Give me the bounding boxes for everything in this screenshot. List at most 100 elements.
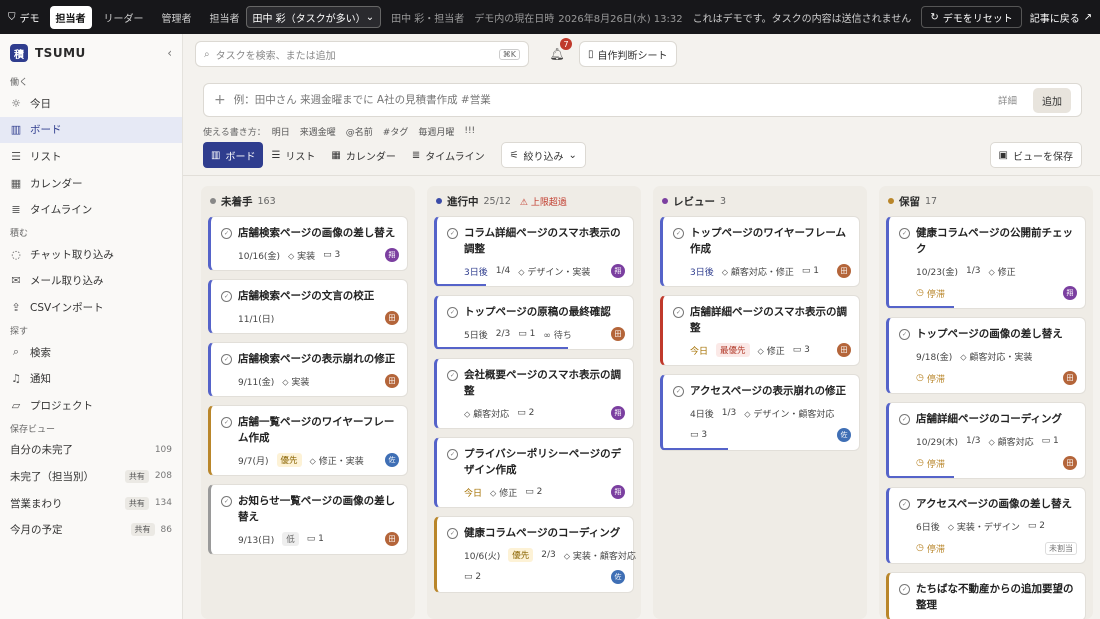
sidebar-item[interactable]: ≣ タイムライン bbox=[0, 196, 182, 223]
brand-logo: 積 bbox=[10, 44, 28, 62]
view-tab[interactable]: ▥ ボード bbox=[203, 142, 264, 168]
role-admin-button[interactable]: 管理者 bbox=[156, 6, 198, 29]
task-card[interactable]: ✓ 店舗詳細ページのスマホ表示の調整 今日 最優先 ⬦ 修正 ▭ 3 田 bbox=[660, 295, 860, 366]
task-card[interactable]: ✓ 店舗詳細ページのコーディング 10/29(木) 1/3 ⬦ 顧客対応 ▭ 1 ◷ 停滞 田 bbox=[886, 402, 1086, 479]
checkbox-icon[interactable]: ✓ bbox=[899, 329, 910, 340]
saved-view-item[interactable]: 営業まわり 共有 134 bbox=[0, 490, 182, 517]
checkbox-icon[interactable]: ✓ bbox=[447, 228, 458, 239]
quick-add-input[interactable] bbox=[233, 94, 990, 106]
task-card[interactable]: ✓ 店舗検索ページの文言の校正 11/1(日) 田 bbox=[208, 279, 408, 334]
task-card[interactable]: ✓ 店舗検索ページの表示崩れの修正 9/11(金) ⬦ 実装 田 bbox=[208, 342, 408, 397]
task-card[interactable]: ✓ アクセスページの表示崩れの修正 4日後 1/3 ⬦ デザイン・顧客対応 ▭ 3 佐 bbox=[660, 374, 860, 451]
task-card[interactable]: ✓ トップページの画像の差し替え 9/18(金) ⬦ 顧客対応・実装 ◷ 停滞 田 bbox=[886, 317, 1086, 394]
saved-view-item[interactable]: 未完了（担当別） 共有 208 bbox=[0, 463, 182, 490]
sidebar-item[interactable]: ▱ プロジェクト bbox=[0, 392, 182, 419]
task-card[interactable]: ✓ アクセスページの画像の差し替え 6日後 ⬦ 実装・デザイン ▭ 2 ◷ 停滞 未割当 bbox=[886, 487, 1086, 564]
decision-sheet-button[interactable]: ▯ 自作判断シート bbox=[579, 41, 677, 67]
avatar[interactable]: 田 bbox=[1063, 371, 1077, 385]
task-card[interactable]: ✓ プライバシーポリシーページのデザイン作成 今日 ⬦ 修正 ▭ 2 翔 bbox=[434, 437, 634, 508]
subtask-progress: 1/4 bbox=[495, 266, 511, 276]
checkbox-icon[interactable]: ✓ bbox=[447, 307, 458, 318]
tag-label: 実装・顧客対応 bbox=[572, 551, 636, 562]
checkbox-icon[interactable]: ✓ bbox=[221, 291, 232, 302]
filter-button[interactable]: ⚟ 絞り込み ⌄ bbox=[500, 142, 586, 168]
back-to-article-link[interactable]: 記事に戻る ↗ bbox=[1030, 10, 1092, 25]
task-title: 健康コラムページの公開前チェック bbox=[916, 227, 1073, 255]
quick-add-button[interactable]: 追加 bbox=[1033, 87, 1071, 113]
checkbox-icon[interactable]: ✓ bbox=[899, 414, 910, 425]
sidebar-item[interactable]: ✉ メール取り込み bbox=[0, 268, 182, 295]
assignee-select[interactable]: 田中 彩（タスクが多い） ⌄ bbox=[245, 6, 382, 28]
search-input[interactable]: ⌕ タスクを検索、または追加 ⌘K bbox=[195, 41, 529, 67]
avatar[interactable]: 佐 bbox=[837, 428, 851, 442]
collapse-sidebar-icon[interactable]: ‹ bbox=[167, 46, 172, 60]
checkbox-icon[interactable]: ✓ bbox=[899, 584, 910, 595]
checkbox-icon[interactable]: ✓ bbox=[899, 228, 910, 239]
avatar[interactable]: 翔 bbox=[611, 406, 625, 420]
sidebar-item[interactable]: ♫ 通知 bbox=[0, 365, 182, 392]
task-title: 店舗詳細ページのコーディング bbox=[916, 413, 1063, 425]
saved-view-item[interactable]: 自分の未完了 109 bbox=[0, 437, 182, 464]
view-tab[interactable]: ≣ タイムライン bbox=[404, 142, 493, 168]
avatar[interactable]: 翔 bbox=[611, 264, 625, 278]
avatar[interactable]: 翔 bbox=[611, 485, 625, 499]
checkbox-icon[interactable]: ✓ bbox=[899, 499, 910, 510]
avatar[interactable]: 田 bbox=[611, 327, 625, 341]
avatar[interactable]: 田 bbox=[837, 264, 851, 278]
sidebar-item[interactable]: ⌕ 検索 bbox=[0, 339, 182, 366]
save-view-button[interactable]: ▣ ビューを保存 bbox=[989, 142, 1082, 168]
task-card[interactable]: ✓ 会社概要ページのスマホ表示の調整 ⬦ 顧客対応 ▭ 2 翔 bbox=[434, 358, 634, 429]
quick-add-detail-link[interactable]: 詳細 bbox=[998, 93, 1017, 107]
sidebar-item[interactable]: ☰ リスト bbox=[0, 143, 182, 170]
task-card[interactable]: ✓ 健康コラムページのコーディング 10/6(火) 優先 2/3 ⬦ 実装・顧客対応 ▭ 2… bbox=[434, 516, 636, 593]
avatar[interactable]: 田 bbox=[1063, 456, 1077, 470]
task-card[interactable]: ✓ 店舗一覧ページのワイヤーフレーム作成 9/7(月) 優先 ⬦ 修正・実装 佐 bbox=[208, 405, 408, 476]
checkbox-icon[interactable]: ✓ bbox=[221, 354, 232, 365]
checkbox-icon[interactable]: ✓ bbox=[447, 370, 458, 381]
tag-icon: ⬦ bbox=[757, 346, 767, 357]
comment-count: 2 bbox=[536, 487, 543, 497]
checkbox-icon[interactable]: ✓ bbox=[221, 228, 232, 239]
checkbox-icon[interactable]: ✓ bbox=[447, 449, 458, 460]
avatar[interactable]: 田 bbox=[385, 532, 399, 546]
task-card[interactable]: ✓ コラム詳細ページのスマホ表示の調整 3日後 1/4 ⬦ デザイン・実装 翔 bbox=[434, 216, 634, 287]
sidebar-item-label: タイムライン bbox=[30, 204, 93, 217]
avatar[interactable]: 翔 bbox=[385, 248, 399, 262]
role-leader-button[interactable]: リーダー bbox=[98, 6, 150, 29]
task-card[interactable]: ✓ トップページの原稿の最終確認 5日後 2/3 ▭ 1 ∞ 待ち 田 bbox=[434, 295, 634, 350]
checkbox-icon[interactable]: ✓ bbox=[221, 417, 232, 428]
sidebar-item[interactable]: ☼ 今日 bbox=[0, 90, 182, 117]
checkbox-icon[interactable]: ✓ bbox=[221, 496, 232, 507]
sidebar-item[interactable]: ⇪ CSVインポート bbox=[0, 294, 182, 321]
task-card[interactable]: ✓ お知らせ一覧ページの画像の差し替え 9/13(日) 低 ▭ 1 田 bbox=[208, 484, 408, 555]
avatar[interactable]: 田 bbox=[385, 311, 399, 325]
checkbox-icon[interactable]: ✓ bbox=[673, 307, 684, 318]
role-assignee-button[interactable]: 担当者 bbox=[49, 5, 92, 29]
task-card[interactable]: ✓ 店舗検索ページの画像の差し替え 10/16(金) ⬦ 実装 ▭ 3 翔 bbox=[208, 216, 408, 271]
sidebar-item-label: カレンダー bbox=[30, 177, 83, 190]
checkbox-icon[interactable]: ✓ bbox=[673, 228, 684, 239]
view-tab-label: タイムライン bbox=[425, 151, 485, 163]
sidebar-item[interactable]: ◌ チャット取り込み bbox=[0, 241, 182, 268]
avatar[interactable]: 田 bbox=[837, 343, 851, 357]
checkbox-icon[interactable]: ✓ bbox=[673, 386, 684, 397]
reset-demo-button[interactable]: ↻ デモをリセット bbox=[921, 6, 1022, 28]
avatar[interactable]: 佐 bbox=[385, 453, 399, 467]
avatar[interactable]: 翔 bbox=[1063, 286, 1077, 300]
task-card[interactable]: ✓ たちばな不動産からの追加要望の整理 bbox=[886, 572, 1086, 619]
calendar-icon: ▦ bbox=[331, 149, 341, 161]
view-tab[interactable]: ☰ リスト bbox=[263, 142, 323, 168]
comment-count: 1 bbox=[318, 534, 324, 544]
task-card[interactable]: ✓ トップページのワイヤーフレーム作成 3日後 ⬦ 顧客対応・修正 ▭ 1 田 bbox=[660, 216, 860, 287]
saved-view-item[interactable]: 今月の予定 共有 86 bbox=[0, 516, 182, 543]
tag: ⬦ 修正 bbox=[988, 265, 1015, 278]
task-card[interactable]: ✓ 健康コラムページの公開前チェック 10/23(金) 1/3 ⬦ 修正 ◷ 停滞 翔 bbox=[886, 216, 1086, 309]
notifications-button[interactable]: 🔔︎ 7 bbox=[549, 38, 572, 62]
view-tab[interactable]: ▦ カレンダー bbox=[323, 142, 403, 168]
sidebar-item[interactable]: ▥ ボード bbox=[0, 116, 182, 144]
avatar[interactable]: 佐 bbox=[611, 570, 625, 584]
comment-count: 2 bbox=[475, 572, 482, 582]
sidebar-item[interactable]: ▦ カレンダー bbox=[0, 170, 182, 197]
avatar[interactable]: 田 bbox=[385, 374, 399, 388]
checkbox-icon[interactable]: ✓ bbox=[447, 528, 458, 539]
